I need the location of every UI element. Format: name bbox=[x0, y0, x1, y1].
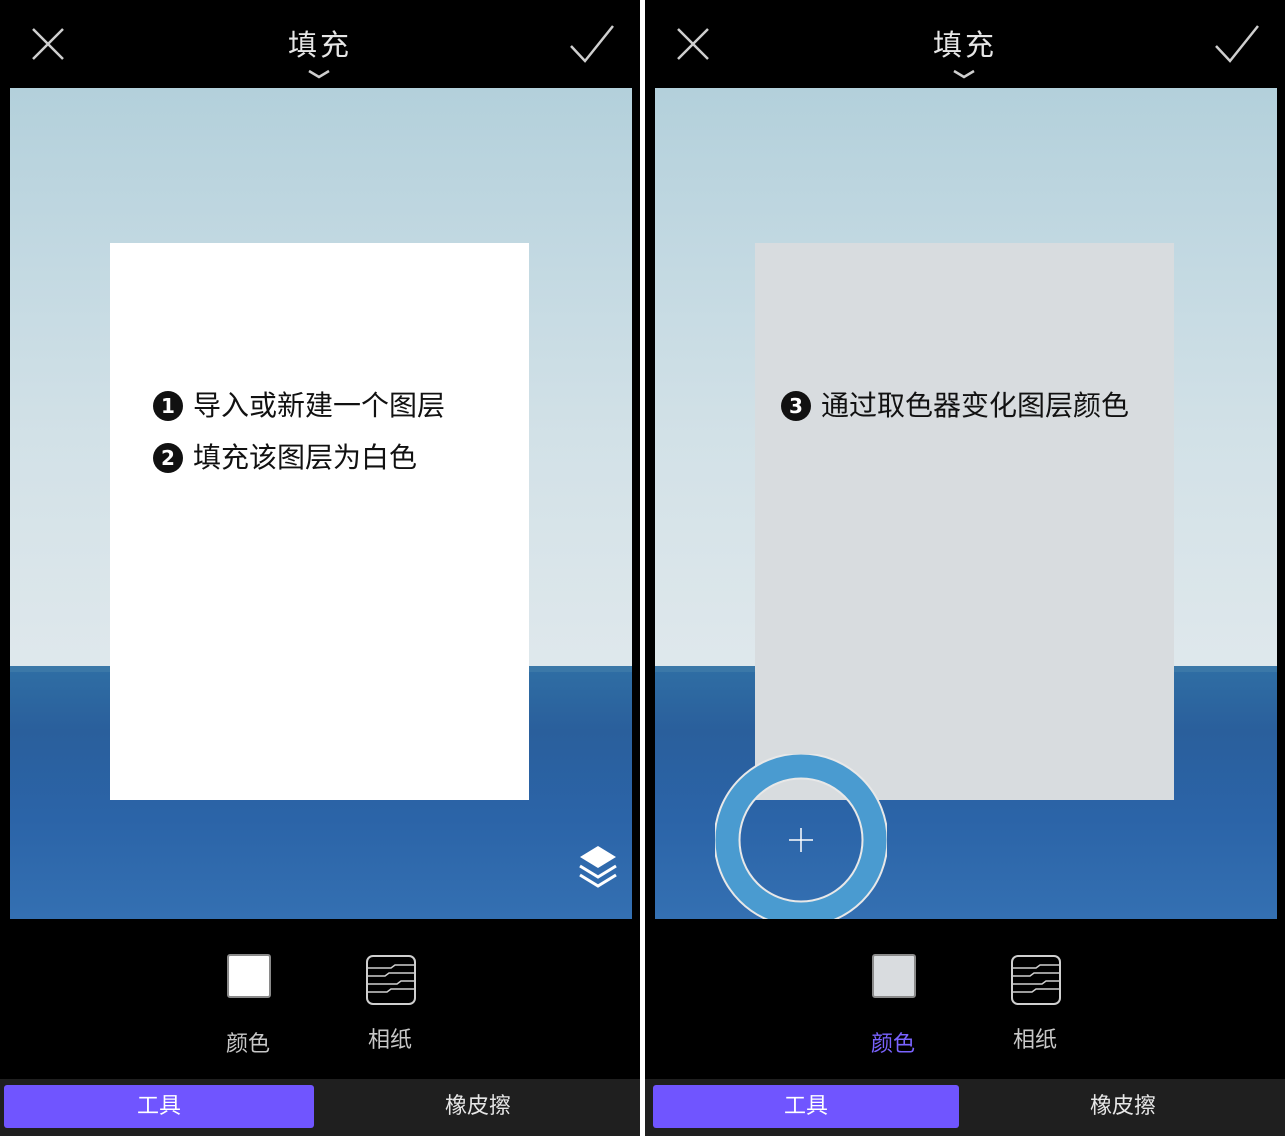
tool-options bbox=[0, 919, 640, 1079]
fill-layer[interactable] bbox=[110, 243, 529, 800]
chevron-down-icon[interactable] bbox=[307, 68, 331, 80]
tab-eraser[interactable]: 橡皮擦 bbox=[965, 1085, 1281, 1128]
bottom-tab-bar: 工具 橡皮擦 bbox=[0, 1079, 640, 1136]
color-swatch[interactable] bbox=[227, 954, 271, 998]
photo-canvas[interactable]: 1 导入或新建一个图层 2 填充该图层为白色 bbox=[10, 88, 632, 919]
note-step-2: 2 填充该图层为白色 bbox=[153, 436, 417, 476]
fill-layer[interactable] bbox=[755, 243, 1174, 800]
chevron-down-icon[interactable] bbox=[952, 68, 976, 80]
photo-canvas[interactable]: 3 通过取色器变化图层颜色 bbox=[655, 88, 1277, 919]
color-label[interactable]: 颜色 bbox=[208, 1026, 288, 1058]
left-screen: 填充 1 导入或新建一个图层 2 填充该图层为白色 颜色 相纸 工具 橡皮擦 bbox=[0, 0, 640, 1136]
top-bar: 填充 bbox=[645, 0, 1285, 88]
color-label[interactable]: 颜色 bbox=[853, 1026, 933, 1058]
photo-paper-icon[interactable] bbox=[365, 954, 417, 1006]
tool-options bbox=[645, 919, 1285, 1079]
check-icon[interactable] bbox=[568, 22, 616, 66]
note-text: 导入或新建一个图层 bbox=[193, 389, 446, 422]
page-title[interactable]: 填充 bbox=[645, 22, 1285, 64]
right-screen: 填充 3 通过取色器变化图层颜色 颜色 相纸 工具 橡皮擦 bbox=[645, 0, 1285, 1136]
tab-tool[interactable]: 工具 bbox=[653, 1085, 959, 1128]
note-text: 填充该图层为白色 bbox=[193, 441, 418, 474]
step-number: 1 bbox=[153, 391, 183, 421]
paper-label[interactable]: 相纸 bbox=[995, 1022, 1075, 1054]
step-number: 2 bbox=[153, 443, 183, 473]
tab-tool[interactable]: 工具 bbox=[4, 1085, 314, 1128]
color-swatch[interactable] bbox=[872, 954, 916, 998]
photo-paper-icon[interactable] bbox=[1010, 954, 1062, 1006]
check-icon[interactable] bbox=[1213, 22, 1261, 66]
layers-icon[interactable] bbox=[576, 842, 620, 890]
note-text: 通过取色器变化图层颜色 bbox=[821, 389, 1130, 422]
bottom-tab-bar: 工具 橡皮擦 bbox=[645, 1079, 1285, 1136]
paper-label[interactable]: 相纸 bbox=[350, 1022, 430, 1054]
page-title[interactable]: 填充 bbox=[0, 22, 640, 64]
tab-eraser[interactable]: 橡皮擦 bbox=[320, 1085, 636, 1128]
note-step-3: 3 通过取色器变化图层颜色 bbox=[781, 384, 1129, 424]
color-picker-loupe[interactable] bbox=[715, 754, 887, 919]
step-number: 3 bbox=[781, 391, 811, 421]
note-step-1: 1 导入或新建一个图层 bbox=[153, 384, 445, 424]
top-bar: 填充 bbox=[0, 0, 640, 88]
